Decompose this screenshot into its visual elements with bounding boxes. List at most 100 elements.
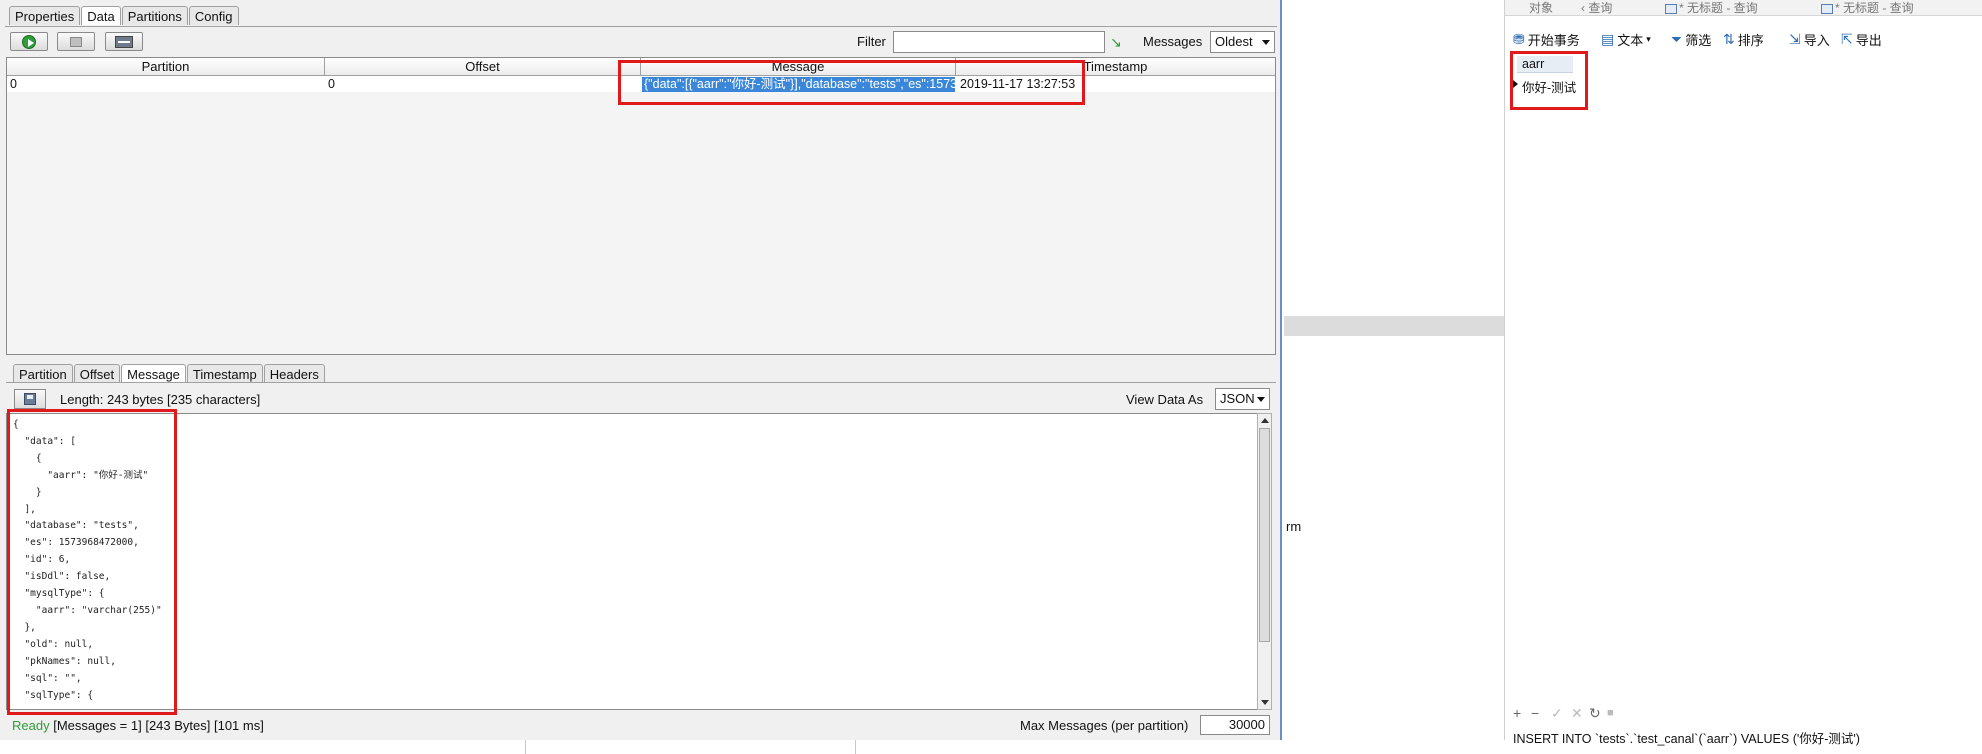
import-icon: ⇲: [1789, 31, 1801, 47]
tab-divider: [5, 26, 1277, 27]
funnel-icon: ⏷: [1671, 31, 1683, 47]
tab-config[interactable]: Config: [188, 6, 239, 25]
transaction-icon: ⛃: [1513, 31, 1525, 47]
begin-transaction-label: 开始事务: [1527, 33, 1580, 48]
table-view-button[interactable]: [105, 32, 143, 51]
export-button[interactable]: ⇱ 导出: [1841, 30, 1882, 49]
add-row-button[interactable]: +: [1513, 705, 1521, 721]
strip-divider: [525, 740, 526, 754]
tab-untitled-query-1-label: * 无标题 - 查询: [1679, 1, 1758, 15]
tab-untitled-query-2-label: * 无标题 - 查询: [1835, 1, 1914, 15]
chevron-down-icon: ▾: [1646, 34, 1651, 44]
column-header-offset[interactable]: Offset: [325, 58, 641, 76]
apply-filter-icon[interactable]: ↘: [1110, 34, 1122, 51]
tab-query-label: 查询: [1588, 1, 1613, 15]
tab-message[interactable]: Message: [121, 364, 186, 383]
top-tab-bar: Properties Data Partitions Config: [9, 6, 240, 25]
detail-tab-bar: Partition Offset Message Timestamp Heade…: [13, 364, 326, 383]
play-icon: [22, 34, 36, 49]
view-as-label: View Data As: [1126, 392, 1204, 407]
scroll-up-icon[interactable]: [1261, 418, 1269, 423]
tab-objects[interactable]: 对象: [1529, 0, 1553, 16]
import-button[interactable]: ⇲ 导入: [1789, 30, 1830, 49]
kafka-tool-window: Properties Data Partitions Config Filter…: [0, 0, 1282, 740]
cell-timestamp[interactable]: 2019-11-17 13:27:53: [960, 77, 1100, 92]
save-button[interactable]: [14, 389, 46, 409]
filter-label: Filter: [857, 34, 886, 49]
background-band: [1284, 316, 1504, 336]
tab-query[interactable]: ‹ 查询: [1581, 0, 1612, 16]
view-as-select[interactable]: JSON: [1215, 388, 1270, 410]
max-messages-label: Max Messages (per partition): [1020, 718, 1189, 733]
status-ready: Ready: [12, 718, 50, 733]
delete-row-button[interactable]: −: [1531, 705, 1539, 721]
query-icon: [1821, 3, 1833, 14]
tab-offset[interactable]: Offset: [73, 364, 121, 383]
column-header-message[interactable]: Message: [641, 58, 956, 76]
result-action-bar: + − ✓ ✕ ↻ ■: [1505, 705, 1982, 723]
query-icon: [1665, 3, 1677, 14]
filter-label: 筛选: [1685, 33, 1712, 48]
cell-partition[interactable]: 0: [10, 77, 320, 92]
stop-icon: [70, 36, 82, 47]
text-view-label: 文本: [1617, 33, 1644, 48]
messages-order-value: Oldest: [1215, 34, 1253, 49]
document-icon: ▤: [1601, 31, 1615, 47]
filter-input[interactable]: [893, 31, 1105, 53]
table-icon: [115, 35, 133, 48]
tab-partition[interactable]: Partition: [13, 364, 73, 383]
column-header-timestamp[interactable]: Timestamp: [956, 58, 1275, 76]
status-bar: Ready [Messages = 1] [243 Bytes] [101 ms…: [12, 718, 264, 733]
tab-headers[interactable]: Headers: [263, 364, 325, 383]
export-icon: ⇱: [1841, 31, 1853, 47]
tab-untitled-query-1[interactable]: * 无标题 - 查询: [1665, 0, 1758, 16]
filter-button[interactable]: ⏷ 筛选: [1671, 30, 1711, 49]
message-length: Length: 243 bytes [235 characters]: [60, 392, 261, 407]
strip-divider: [855, 740, 856, 754]
messages-label: Messages: [1143, 34, 1203, 49]
chevron-down-icon: [1257, 397, 1265, 402]
sort-icon: ⇅: [1723, 31, 1735, 47]
scroll-thumb[interactable]: [1259, 428, 1270, 642]
message-json-viewer[interactable]: { "data": [ { "aarr": "你好-测试" } ], "data…: [6, 413, 1264, 710]
refresh-button[interactable]: ↻: [1589, 705, 1601, 722]
json-scrollbar[interactable]: [1257, 413, 1272, 710]
tab-partitions[interactable]: Partitions: [121, 6, 188, 25]
result-column-header[interactable]: aarr: [1517, 56, 1573, 73]
cell-offset[interactable]: 0: [328, 77, 638, 92]
stop-button[interactable]: [57, 32, 95, 51]
tab-divider: [6, 382, 1276, 383]
begin-transaction-button[interactable]: ⛃ 开始事务: [1513, 30, 1580, 49]
navicat-window: 对象 ‹ 查询 * 无标题 - 查询 * 无标题 - 查询 ⛃ 开始事务 ▤ 文…: [1504, 0, 1982, 746]
export-label: 导出: [1855, 33, 1882, 48]
sql-status-text: INSERT INTO `tests`.`test_canal`(`aarr`)…: [1513, 732, 1860, 746]
background-partial-text: rm: [1286, 519, 1302, 534]
max-messages-input[interactable]: 30000: [1200, 715, 1270, 735]
messages-table: Partition Offset Message Timestamp 0 0 {…: [6, 57, 1276, 355]
tab-properties[interactable]: Properties: [9, 6, 81, 25]
messages-order-select[interactable]: Oldest: [1210, 31, 1275, 53]
message-json-text: { "data": [ { "aarr": "你好-测试" } ], "data…: [13, 419, 162, 701]
text-view-button[interactable]: ▤ 文本 ▾: [1601, 30, 1651, 49]
tab-untitled-query-2[interactable]: * 无标题 - 查询: [1821, 0, 1914, 16]
stop-button[interactable]: ■: [1607, 707, 1614, 719]
tab-data[interactable]: Data: [81, 6, 121, 25]
navicat-tab-bar: 对象 ‹ 查询 * 无标题 - 查询 * 无标题 - 查询: [1505, 0, 1982, 16]
chevron-down-icon: [1262, 40, 1270, 45]
discard-button[interactable]: ✕: [1571, 705, 1583, 722]
cell-message[interactable]: {"data":[{"aarr":"你好-测试"}],"database":"t…: [642, 77, 955, 92]
column-header-partition[interactable]: Partition: [7, 58, 325, 76]
save-disk-icon: [24, 393, 36, 405]
status-info: [Messages = 1] [243 Bytes] [101 ms]: [53, 718, 264, 733]
apply-button[interactable]: ✓: [1551, 705, 1563, 722]
scroll-down-icon[interactable]: [1261, 700, 1269, 705]
sort-button[interactable]: ⇅ 排序: [1723, 30, 1764, 49]
run-button[interactable]: [10, 32, 48, 51]
import-label: 导入: [1803, 33, 1830, 48]
tab-timestamp[interactable]: Timestamp: [186, 364, 263, 383]
navicat-toolbar: ⛃ 开始事务 ▤ 文本 ▾ ⏷ 筛选 ⇅ 排序 ⇲ 导入 ⇱ 导出: [1505, 26, 1982, 52]
sort-label: 排序: [1737, 33, 1764, 48]
view-as-value: JSON: [1220, 391, 1255, 406]
current-row-marker-icon: [1513, 80, 1518, 88]
result-cell-value[interactable]: 你好-测试: [1522, 77, 1576, 96]
